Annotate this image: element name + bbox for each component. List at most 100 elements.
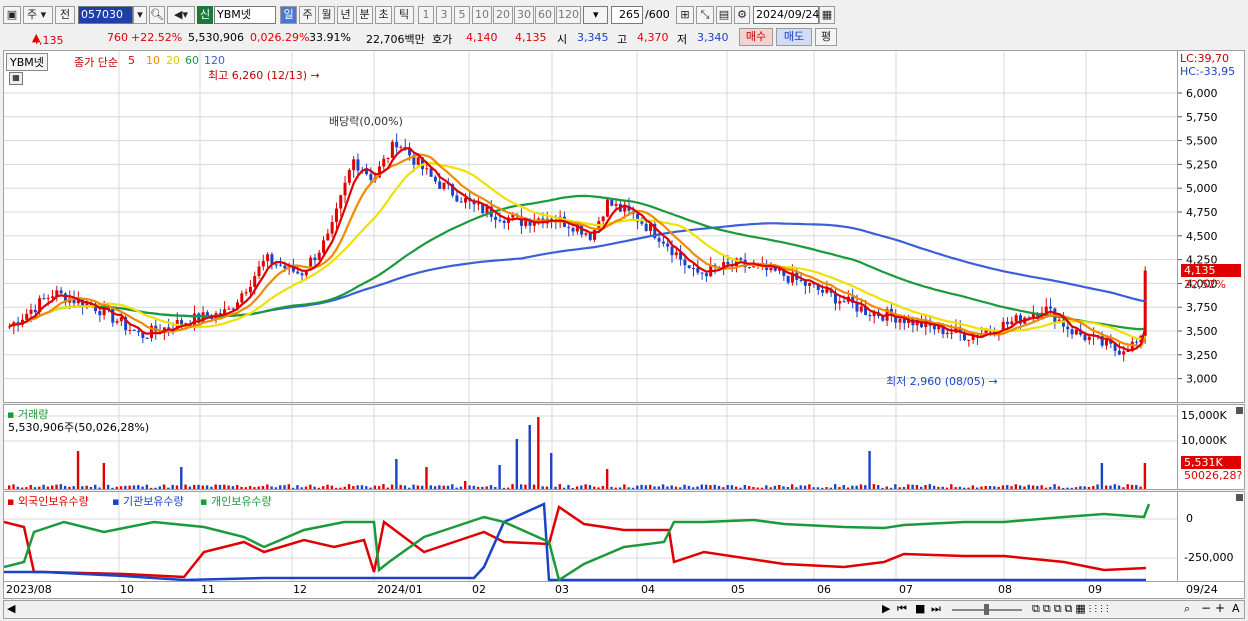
volume-bar <box>377 486 381 489</box>
volume-bar <box>735 486 738 489</box>
institution-legend[interactable]: ▪ 기관보유수량 <box>112 493 184 509</box>
price-stock-name[interactable]: YBM넷 <box>6 53 48 71</box>
volume-bar <box>485 486 488 489</box>
period-year-tab[interactable]: 년 <box>337 6 354 24</box>
span-10-tab[interactable]: 10 <box>472 6 492 24</box>
code-dropdown-icon[interactable]: ▾ <box>133 6 147 24</box>
prev-button[interactable]: 전 <box>55 6 75 24</box>
volume-bar <box>993 486 996 489</box>
period-day-tab[interactable]: 일 <box>280 6 297 24</box>
volume-bar <box>214 484 217 489</box>
table-icon[interactable]: ▦ <box>9 72 23 85</box>
volume-bar <box>369 487 372 489</box>
zoom-out-icon[interactable]: − <box>1201 601 1211 615</box>
scroll-right-icon[interactable]: ▶ <box>882 602 890 615</box>
speaker-icon[interactable]: ◀▾ <box>167 6 195 24</box>
x-label-05: 05 <box>731 583 745 596</box>
font-size-icon[interactable]: A <box>1232 602 1240 615</box>
ma120-legend[interactable]: 120 <box>204 54 225 67</box>
volume-bar <box>481 486 484 489</box>
last-page-icon[interactable]: ⏭ <box>931 602 941 616</box>
volume-bar <box>1070 487 1073 489</box>
holding-panel-close-icon[interactable] <box>1236 494 1243 501</box>
price-candle <box>1087 336 1091 341</box>
ma5-legend[interactable]: 5 <box>128 54 135 67</box>
view-tools-icons[interactable]: ⧉⧉⧉⧉▦⫶⫶⫶⫶ <box>1032 602 1112 616</box>
span-30-tab[interactable]: 30 <box>514 6 534 24</box>
stop-icon[interactable]: ■ <box>915 602 925 615</box>
individual-legend[interactable]: ▪ 개인보유수량 <box>200 493 272 509</box>
bottom-scrollbar[interactable]: ◀ ▶ ⏮ ■ ⏭ ⧉⧉⧉⧉▦⫶⫶⫶⫶ ⌕ − + A <box>3 600 1245 619</box>
volume-bar <box>132 485 136 489</box>
volume-bar <box>808 484 811 489</box>
zoom-search-icon[interactable]: ⌕ <box>1184 602 1190 616</box>
period-second-tab[interactable]: 초 <box>375 6 392 24</box>
period-minute-tab[interactable]: 분 <box>356 6 373 24</box>
zoom-slider-handle[interactable] <box>984 604 989 615</box>
span-120-tab[interactable]: 120 <box>556 6 581 24</box>
volume-bar <box>261 485 265 489</box>
zoom-in-icon[interactable]: + <box>1215 601 1225 615</box>
stock-name-field[interactable]: YBM넷 <box>214 6 276 24</box>
sell-button[interactable]: 매도 <box>776 28 812 46</box>
price-candle <box>786 275 790 283</box>
volume-panel[interactable]: ▪ 거래량 5,530,906주(50,026,28%) <box>3 404 1178 490</box>
price-panel[interactable]: YBM넷 종가 단순 5 10 20 60 120 ▦ 최고 6,260 (12… <box>3 50 1178 403</box>
holding-panel[interactable]: ▪ 외국인보유수량 ▪ 기관보유수량 ▪ 개인보유수량 <box>3 491 1178 582</box>
x-label-07: 07 <box>899 583 913 596</box>
ma60-legend[interactable]: 60 <box>185 54 199 67</box>
span-custom-select[interactable]: ▾ <box>583 6 608 24</box>
code-input[interactable]: 057030 <box>78 6 133 24</box>
price-candle <box>1104 339 1108 346</box>
first-page-icon[interactable]: ⏮ <box>897 602 907 616</box>
new-badge: 신 <box>197 6 213 24</box>
price-candle <box>932 325 936 330</box>
volume-bar <box>111 487 114 489</box>
span-60-tab[interactable]: 60 <box>535 6 555 24</box>
count-input[interactable]: 265 <box>611 6 643 24</box>
span-20-tab[interactable]: 20 <box>493 6 513 24</box>
volume-bar <box>1130 484 1134 489</box>
gear-icon[interactable]: ⚙ <box>734 6 750 24</box>
span-3-tab[interactable]: 3 <box>436 6 452 24</box>
save-icon[interactable]: ▤ <box>716 6 732 24</box>
volume-bar <box>253 487 256 489</box>
scroll-left-icon[interactable]: ◀ <box>7 602 15 615</box>
span-1-tab[interactable]: 1 <box>418 6 434 24</box>
price-candle <box>244 292 248 294</box>
ma20-legend[interactable]: 20 <box>166 54 180 67</box>
grid-tool-icon[interactable]: ⊞ <box>676 6 694 24</box>
period-tick-tab[interactable]: 틱 <box>394 6 414 24</box>
volume-bar <box>1117 485 1121 489</box>
volume-bar <box>433 486 437 489</box>
date-input[interactable]: 2024/09/24 <box>753 6 819 24</box>
volume-panel-close-icon[interactable] <box>1236 407 1243 414</box>
period-month-tab[interactable]: 월 <box>318 6 335 24</box>
period-week-tab[interactable]: 주 <box>299 6 316 24</box>
calendar-icon[interactable]: ▦ <box>819 6 835 24</box>
buy-button[interactable]: 매수 <box>739 28 773 46</box>
volume-bar <box>347 484 351 489</box>
volume-bar <box>326 484 329 489</box>
price-candle <box>868 315 872 317</box>
foreign-legend[interactable]: ▪ 외국인보유수량 <box>7 493 89 509</box>
x-label-03: 03 <box>555 583 569 596</box>
low-label: 저 <box>677 33 688 46</box>
zoom-tool-icon[interactable]: ⤡ <box>696 6 714 24</box>
span-5-tab[interactable]: 5 <box>454 6 470 24</box>
volume-bar <box>279 485 282 489</box>
price-candle <box>261 261 265 267</box>
price-candle <box>739 258 743 260</box>
bid-label: 호가 <box>432 33 453 46</box>
search-icon[interactable]: 🔍︎ <box>149 6 165 24</box>
layout-icon[interactable]: ▣ <box>3 6 21 24</box>
average-button[interactable]: 평 <box>815 28 837 46</box>
price-axis-label: 3,000 <box>1186 373 1218 386</box>
market-select[interactable]: 주 ▾ <box>23 6 53 24</box>
volume-bar <box>1113 484 1116 489</box>
volume-bar <box>68 486 71 489</box>
price-candle <box>494 216 498 221</box>
ma10-legend[interactable]: 10 <box>146 54 160 67</box>
price-candle <box>610 199 614 206</box>
price-candle <box>429 168 433 177</box>
